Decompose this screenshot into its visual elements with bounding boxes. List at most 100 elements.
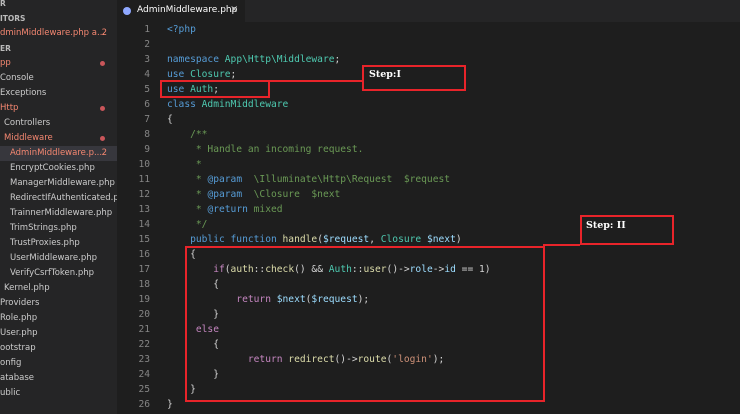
code-text: */ (167, 217, 208, 232)
code-line[interactable]: 8 /** (117, 127, 717, 142)
code-token: $next (426, 234, 456, 245)
sidebar-item[interactable]: ITORS (0, 11, 117, 26)
code-token: public function (167, 234, 283, 245)
sidebar-item[interactable]: TrustProxies.php (0, 236, 117, 251)
code-line[interactable]: 7{ (117, 112, 717, 127)
code-token: * Handle an incoming request. (167, 144, 364, 155)
sidebar-item[interactable]: Controllers (0, 116, 117, 131)
close-icon[interactable]: × (230, 4, 238, 15)
sidebar-item-label: Http (0, 103, 19, 113)
line-number: 18 (138, 279, 150, 290)
sidebar-item[interactable]: atabase (0, 371, 117, 386)
code-line[interactable]: 6 class AdminMiddleware (117, 97, 717, 112)
line-number: 26 (138, 399, 150, 410)
sidebar-item-label: TrainnerMiddleware.php (10, 208, 113, 218)
sidebar-item-label: R (0, 0, 6, 8)
sidebar-item[interactable]: User.php (0, 326, 117, 341)
modified-dot-icon (100, 61, 105, 66)
line-number: 9 (144, 144, 150, 155)
code-token: * (167, 174, 208, 185)
code-token: handle (282, 234, 318, 245)
modified-dot-icon (100, 106, 105, 111)
line-number: 19 (138, 294, 150, 305)
code-token: } (167, 399, 173, 410)
code-line[interactable]: 9 * Handle an incoming request. (117, 142, 717, 157)
code-token: Closure (190, 69, 231, 80)
sidebar-item-label: ManagerMiddleware.php (10, 178, 115, 188)
sidebar-item-label: Middleware (4, 133, 53, 143)
sidebar-item[interactable]: R (0, 0, 117, 11)
code-line[interactable]: 2 (117, 37, 717, 52)
code-text: namespace App\Http\Middleware; (167, 52, 340, 67)
step2-label: Step: II (586, 220, 626, 231)
problem-count-badge: 2 (101, 148, 107, 158)
code-line[interactable]: 10 * (117, 157, 717, 172)
sidebar-item[interactable]: Kernel.php (0, 281, 117, 296)
code-token: { (167, 114, 173, 125)
line-number: 22 (138, 339, 150, 350)
sidebar-item[interactable]: Http (0, 101, 117, 116)
sidebar-item-label: ublic (0, 388, 21, 398)
line-number: 7 (144, 114, 150, 125)
sidebar-item[interactable]: TrimStrings.php (0, 221, 117, 236)
sidebar-item-label: Console (0, 73, 34, 83)
sidebar-item-label: atabase (0, 373, 35, 383)
sidebar-item[interactable]: VerifyCsrfToken.php (0, 266, 117, 281)
sidebar-item[interactable]: Role.php (0, 311, 117, 326)
sidebar-item[interactable]: TrainnerMiddleware.php (0, 206, 117, 221)
code-token: /** (167, 129, 208, 140)
code-text: * @return mixed (167, 202, 283, 217)
sidebar-item[interactable]: Middleware (0, 131, 117, 146)
sidebar-item[interactable]: RedirectIfAuthenticated.p... (0, 191, 117, 206)
sidebar-item[interactable]: onfig (0, 356, 117, 371)
sidebar-item[interactable]: pp (0, 56, 117, 71)
code-line[interactable]: 1 <?php (117, 22, 717, 37)
code-token: mixed (247, 204, 283, 215)
sidebar-item[interactable]: ManagerMiddleware.php (0, 176, 117, 191)
line-number: 24 (138, 369, 150, 380)
code-token: @param (207, 174, 243, 185)
sidebar-item-label: Controllers (4, 118, 51, 128)
sidebar-item[interactable]: UserMiddleware.php (0, 251, 117, 266)
code-text: * @param \Illuminate\Http\Request $reque… (167, 172, 450, 187)
line-number: 10 (138, 159, 150, 170)
sidebar-item[interactable]: dminMiddleware.php a... 2 (0, 26, 117, 41)
code-token: * (167, 159, 202, 170)
sidebar-item-label: pp (0, 58, 11, 68)
code-token: AdminMiddleware (201, 99, 289, 110)
step1-connector (268, 80, 363, 82)
code-token: \Closure $next (242, 189, 341, 200)
line-number: 15 (138, 234, 150, 245)
use-auth-highlight-box (160, 80, 270, 98)
sidebar-item[interactable]: ublic (0, 386, 117, 401)
line-number: 5 (144, 84, 150, 95)
sidebar-item-label: Exceptions (0, 88, 47, 98)
code-token: App\Http\Middleware (224, 54, 335, 65)
sidebar-item[interactable]: ER (0, 41, 117, 56)
line-number: 14 (138, 219, 150, 230)
sidebar-item-label: TrimStrings.php (10, 223, 77, 233)
code-line[interactable]: 12 * @param \Closure $next (117, 187, 717, 202)
sidebar-item[interactable]: EncryptCookies.php (0, 161, 117, 176)
sidebar-item-label: ootstrap (0, 343, 36, 353)
sidebar-item-label: EncryptCookies.php (10, 163, 95, 173)
sidebar-item-label: UserMiddleware.php (10, 253, 98, 263)
sidebar-item[interactable]: ootstrap (0, 341, 117, 356)
code-token: */ (167, 219, 208, 230)
sidebar-item[interactable]: Console (0, 71, 117, 86)
code-token: Closure (380, 234, 427, 245)
line-number: 11 (138, 174, 150, 185)
line-number: 8 (144, 129, 150, 140)
sidebar-item[interactable]: Exceptions (0, 86, 117, 101)
sidebar-item[interactable]: Providers (0, 296, 117, 311)
line-number: 3 (144, 54, 150, 65)
php-file-icon (123, 7, 131, 15)
code-text: public function handle($request, Closure… (167, 232, 462, 247)
code-line[interactable]: 11 * @param \Illuminate\Http\Request $re… (117, 172, 717, 187)
sidebar-item[interactable]: AdminMiddleware.p... 2 (0, 146, 117, 161)
tab-admin-middleware[interactable]: AdminMiddleware.php × (117, 0, 245, 22)
code-token: namespace (167, 54, 225, 65)
code-token: ; (334, 54, 341, 65)
tab-label: AdminMiddleware.php (137, 5, 238, 15)
code-token: $request (322, 234, 370, 245)
